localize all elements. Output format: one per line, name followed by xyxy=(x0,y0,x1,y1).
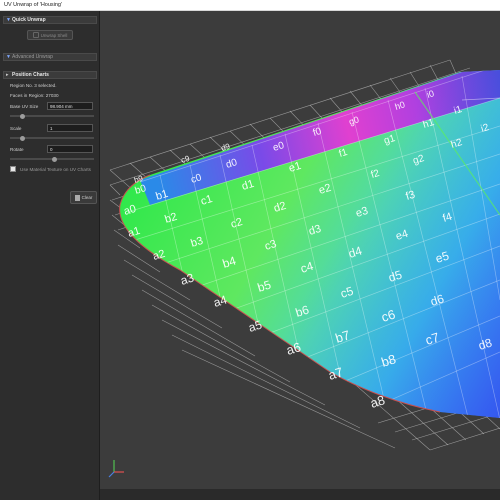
slider-handle[interactable] xyxy=(20,135,25,141)
section-quick-unwrap-header[interactable]: ▼ Quick Unwrap xyxy=(3,16,97,24)
section-advanced-unwrap-header[interactable]: ▼ Advanced Unwrap xyxy=(3,53,97,61)
uv-viewport[interactable]: a0 a1 a2 a3 a4 a5 a6 a7 a8 b0 b1 b2 b3 b… xyxy=(100,11,500,489)
slider-handle[interactable] xyxy=(52,156,57,162)
slider-handle[interactable] xyxy=(20,113,25,119)
scale-label: Scale xyxy=(10,126,22,131)
viewport-status-bar xyxy=(100,489,500,500)
uv-viewport-canvas: a0 a1 a2 a3 a4 a5 a6 a7 a8 b0 b1 b2 b3 b… xyxy=(108,59,500,478)
base-uv-size-slider[interactable] xyxy=(10,113,94,119)
side-panel: ▼ Quick Unwrap Unwrap Shell ▼ Advanced U… xyxy=(0,11,100,500)
section-quick-unwrap-label: Quick Unwrap xyxy=(12,17,46,23)
scale-slider[interactable] xyxy=(10,135,94,141)
clear-icon xyxy=(74,194,80,201)
unwrap-shell-icon xyxy=(32,32,39,38)
use-material-checkbox[interactable] xyxy=(10,166,16,172)
base-uv-size-label: Base UV Size xyxy=(10,104,39,109)
clear-button[interactable]: Clear xyxy=(70,191,97,204)
use-material-label: Use Material Texture on UV Charts xyxy=(20,167,91,172)
base-uv-size-input[interactable]: 98.904 mm xyxy=(47,102,93,110)
window-title: UV Unwrap of 'Housing' xyxy=(4,2,63,8)
z-axis-line xyxy=(108,471,115,478)
rotate-slider[interactable] xyxy=(10,156,94,162)
faces-in-region-text: Faces in Region: 27030 xyxy=(10,93,59,98)
scale-input[interactable]: 1 xyxy=(47,124,93,132)
unwrap-shell-button[interactable]: Unwrap Shell xyxy=(27,30,73,40)
region-selected-text: Region No. 3 selected. xyxy=(10,83,57,88)
axis-gizmo xyxy=(108,460,124,478)
section-position-charts-label: Position Charts xyxy=(12,72,49,78)
window-titlebar: UV Unwrap of 'Housing' xyxy=(0,0,500,11)
clear-label: Clear xyxy=(81,195,93,200)
section-position-charts-header[interactable]: ▸ Position Charts xyxy=(3,71,97,79)
rotate-input[interactable]: 0 xyxy=(47,145,93,153)
unwrap-shell-label: Unwrap Shell xyxy=(40,32,68,38)
section-advanced-unwrap-label: Advanced Unwrap xyxy=(12,54,53,60)
rotate-label: Rotate xyxy=(10,147,24,152)
